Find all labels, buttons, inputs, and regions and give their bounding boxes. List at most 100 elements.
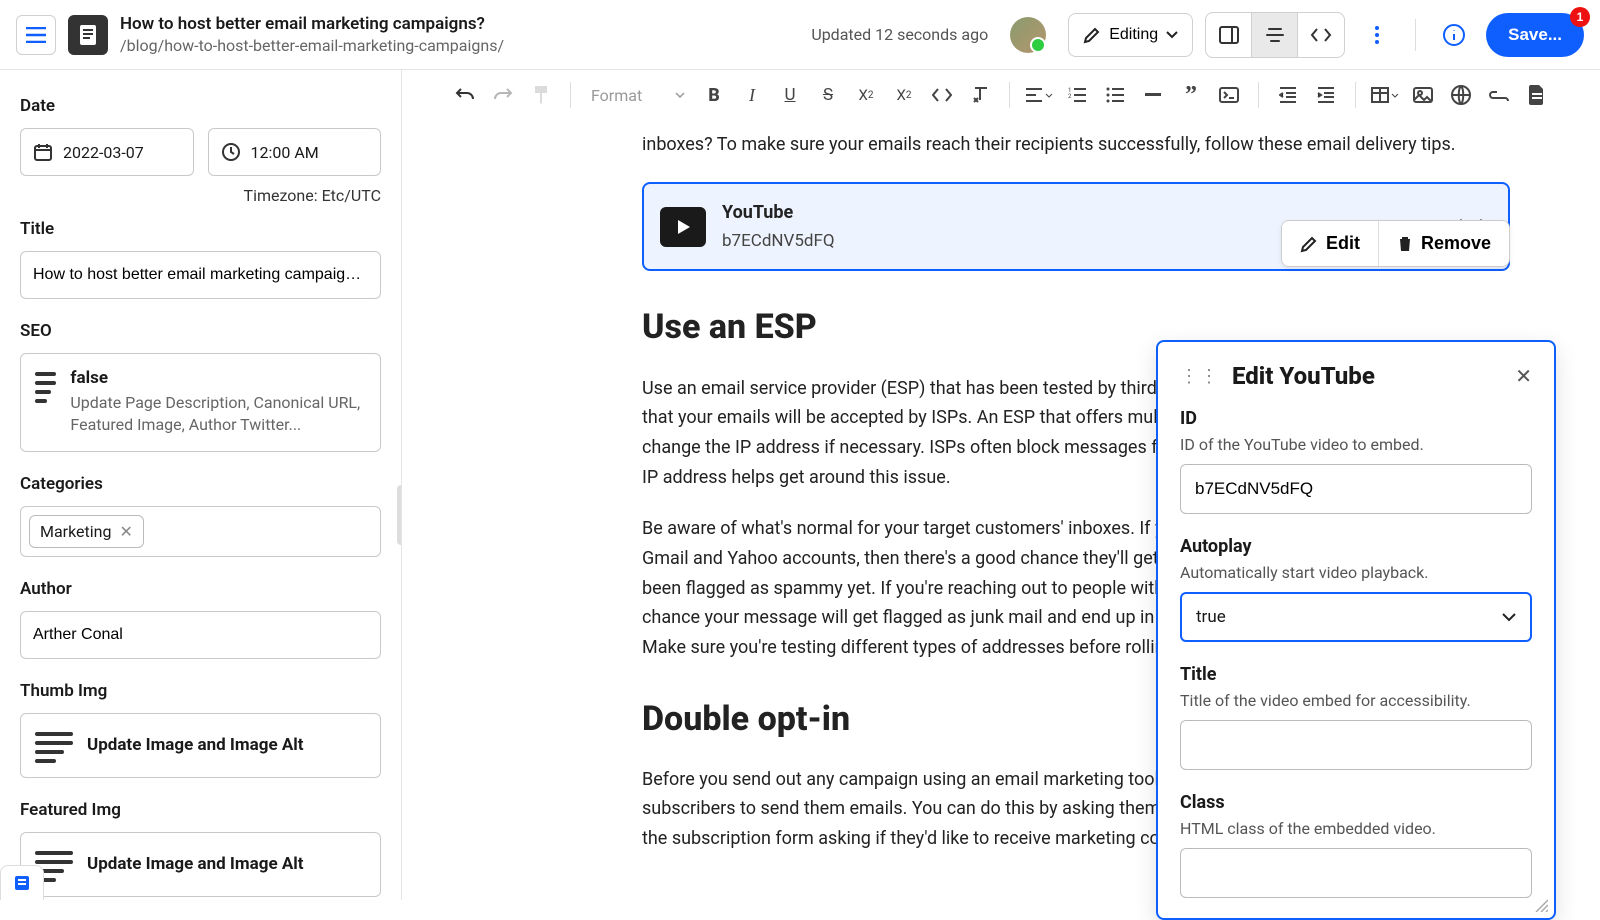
remove-tag-icon[interactable]: ✕ — [119, 522, 132, 541]
autoplay-hint: Automatically start video playback. — [1180, 563, 1532, 582]
categories-input[interactable]: Marketing ✕ — [20, 506, 381, 557]
thumb-label: Thumb Img — [20, 681, 381, 701]
ol-icon: 12 — [1068, 87, 1086, 103]
superscript-button[interactable]: X2 — [887, 78, 921, 112]
calendar-icon — [33, 142, 53, 162]
globe-icon — [1451, 85, 1471, 105]
lines-icon — [1265, 27, 1285, 43]
image-button[interactable] — [1406, 78, 1440, 112]
page-title: How to host better email marketing campa… — [120, 14, 799, 34]
doc-button[interactable] — [1520, 78, 1554, 112]
redo-icon — [493, 87, 513, 103]
pencil-icon — [1083, 26, 1101, 44]
view-form-button[interactable] — [1206, 13, 1252, 57]
chevron-down-icon — [1391, 93, 1399, 98]
paint-format-button[interactable] — [524, 78, 558, 112]
chevron-down-icon — [1166, 31, 1178, 39]
id-hint: ID of the YouTube video to embed. — [1180, 435, 1532, 454]
indent-icon — [1317, 87, 1335, 103]
table-button[interactable] — [1368, 78, 1402, 112]
remove-embed-button[interactable]: Remove — [1379, 221, 1509, 266]
autoplay-select[interactable]: true — [1180, 592, 1532, 642]
title-input[interactable] — [1180, 720, 1532, 770]
link-button[interactable] — [1482, 78, 1516, 112]
category-tag: Marketing ✕ — [29, 515, 144, 548]
svg-text:2: 2 — [1068, 93, 1072, 100]
class-label: Class — [1180, 792, 1532, 813]
hr-button[interactable] — [1136, 78, 1170, 112]
title-input[interactable] — [20, 251, 381, 299]
title-hint: Title of the video embed for accessibili… — [1180, 691, 1532, 710]
id-input[interactable] — [1180, 464, 1532, 514]
menu-button[interactable] — [16, 15, 56, 55]
edit-youtube-panel: ⋮⋮ Edit YouTube ✕ ID ID of the YouTube v… — [1156, 340, 1556, 920]
view-split-button[interactable] — [1252, 13, 1298, 57]
strike-button[interactable]: S — [811, 78, 845, 112]
undo-button[interactable] — [448, 78, 482, 112]
featured-label: Featured Img — [20, 800, 381, 820]
featured-card[interactable]: Update Image and Image Alt — [20, 832, 381, 897]
codeblock-button[interactable] — [1212, 78, 1246, 112]
underline-button[interactable]: U — [773, 78, 807, 112]
globe-button[interactable] — [1444, 78, 1478, 112]
thumb-card[interactable]: Update Image and Image Alt — [20, 713, 381, 778]
align-icon — [1025, 88, 1043, 102]
title-label: Title — [20, 219, 381, 239]
more-vertical-icon — [1374, 25, 1380, 45]
title-field-label: Title — [1180, 664, 1532, 685]
edit-embed-button[interactable]: Edit — [1282, 221, 1379, 266]
align-button[interactable] — [1022, 78, 1056, 112]
save-button[interactable]: Save... 1 — [1486, 13, 1584, 57]
bottom-tab[interactable] — [0, 865, 44, 900]
drag-handle-icon[interactable]: ⋮⋮ — [1180, 366, 1220, 387]
seo-card-desc: Update Page Description, Canonical URL, … — [70, 392, 366, 437]
editing-label: Editing — [1109, 26, 1158, 44]
embed-title: YouTube — [722, 198, 835, 228]
view-mode-segments — [1205, 12, 1345, 58]
updated-text: Updated 12 seconds ago — [811, 25, 988, 44]
paint-icon — [532, 85, 550, 105]
avatar[interactable] — [1010, 17, 1046, 53]
seo-label: SEO — [20, 321, 381, 341]
resize-handle-icon[interactable] — [1534, 898, 1548, 912]
link-icon — [1489, 89, 1509, 101]
redo-button[interactable] — [486, 78, 520, 112]
subscript-button[interactable]: X2 — [849, 78, 883, 112]
time-input[interactable]: 12:00 AM — [208, 128, 382, 176]
ordered-list-button[interactable]: 12 — [1060, 78, 1094, 112]
chevron-down-icon — [675, 92, 685, 98]
seo-card[interactable]: false Update Page Description, Canonical… — [20, 353, 381, 452]
more-button[interactable] — [1357, 15, 1397, 55]
italic-button[interactable]: I — [735, 78, 769, 112]
table-icon — [1371, 87, 1389, 103]
class-input[interactable] — [1180, 848, 1532, 898]
document-icon — [68, 15, 108, 55]
metadata-sidebar: Date 2022-03-07 12:00 AM Timezone: Etc/U… — [0, 70, 402, 900]
close-panel-button[interactable]: ✕ — [1515, 364, 1532, 388]
code-icon — [932, 88, 952, 102]
view-code-button[interactable] — [1298, 13, 1344, 57]
thumb-action: Update Image and Image Alt — [87, 735, 304, 755]
featured-action: Update Image and Image Alt — [87, 854, 304, 874]
chevron-down-icon — [1502, 613, 1516, 622]
unordered-list-button[interactable] — [1098, 78, 1132, 112]
document-icon — [1529, 85, 1545, 105]
page-slug: /blog/how-to-host-better-email-marketing… — [120, 36, 799, 55]
format-select[interactable]: Format — [583, 86, 693, 105]
date-input[interactable]: 2022-03-07 — [20, 128, 194, 176]
timezone-text: Timezone: Etc/UTC — [20, 186, 381, 205]
embed-id: b7ECdNV5dFQ — [722, 227, 835, 255]
ul-icon — [1106, 87, 1124, 103]
bold-button[interactable]: B — [697, 78, 731, 112]
clear-format-button[interactable] — [963, 78, 997, 112]
pencil-icon — [1300, 235, 1318, 253]
indent-button[interactable] — [1309, 78, 1343, 112]
quote-button[interactable]: ” — [1174, 78, 1208, 112]
panel-icon — [1219, 26, 1239, 44]
info-button[interactable] — [1434, 15, 1474, 55]
code-button[interactable] — [925, 78, 959, 112]
author-input[interactable] — [20, 611, 381, 659]
outdent-button[interactable] — [1271, 78, 1305, 112]
editing-mode-button[interactable]: Editing — [1068, 13, 1193, 57]
class-hint: HTML class of the embedded video. — [1180, 819, 1532, 838]
